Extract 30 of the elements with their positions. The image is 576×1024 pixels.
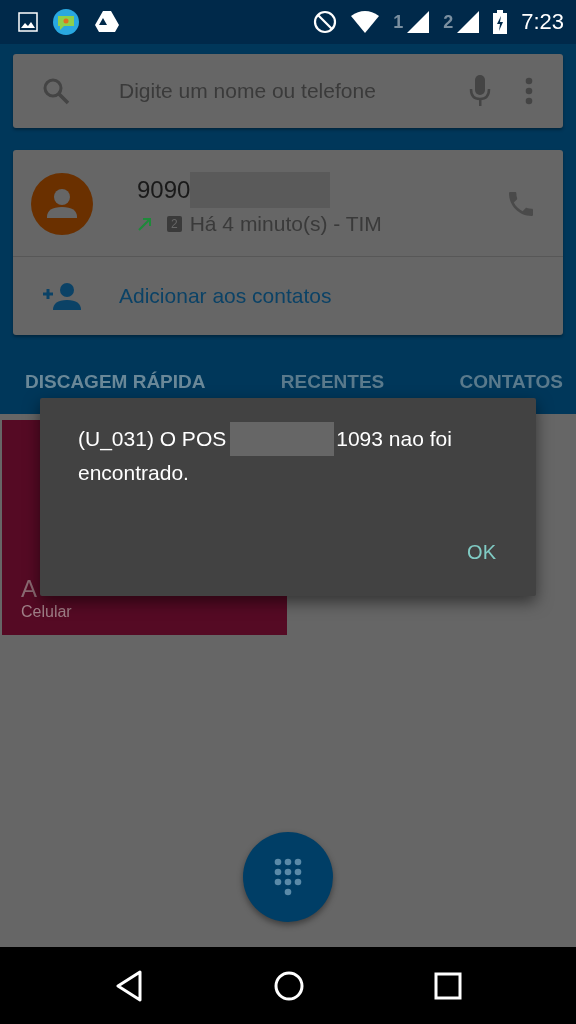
microphone-icon[interactable] [469, 75, 491, 107]
search-icon [41, 76, 71, 106]
image-icon [18, 12, 38, 32]
recent-apps-icon[interactable] [433, 971, 462, 1000]
sim-label: 1 [393, 11, 404, 33]
clock: 7:23 [521, 9, 564, 35]
add-person-icon [43, 282, 81, 310]
signal-icon [457, 11, 480, 33]
avatar-icon [31, 173, 93, 235]
sim-label: 2 [443, 11, 454, 33]
contact-type: Celular [21, 603, 73, 621]
triangle-logo-icon [94, 10, 120, 34]
outgoing-arrow-icon [137, 216, 153, 232]
dialpad-icon [273, 857, 303, 897]
blocked-icon [313, 10, 338, 34]
signal-icon [407, 11, 430, 33]
phone-number: 9090 [137, 176, 191, 204]
wifi-icon [351, 11, 380, 33]
battery-icon [493, 10, 508, 34]
contact-name: A [21, 575, 38, 603]
more-options-icon[interactable] [525, 77, 533, 105]
ok-button[interactable]: OK [457, 535, 506, 570]
back-icon[interactable] [114, 969, 145, 1002]
chat-bubble-icon [52, 8, 80, 36]
home-icon[interactable] [273, 969, 305, 1002]
message-text: 1093 nao foi [336, 426, 452, 452]
dialpad-button[interactable] [243, 832, 333, 922]
message-text: encontrado. [78, 460, 189, 486]
add-contact-item[interactable]: Adicionar aos contatos [13, 257, 563, 335]
message-text: (U_031) O POS [78, 426, 227, 453]
